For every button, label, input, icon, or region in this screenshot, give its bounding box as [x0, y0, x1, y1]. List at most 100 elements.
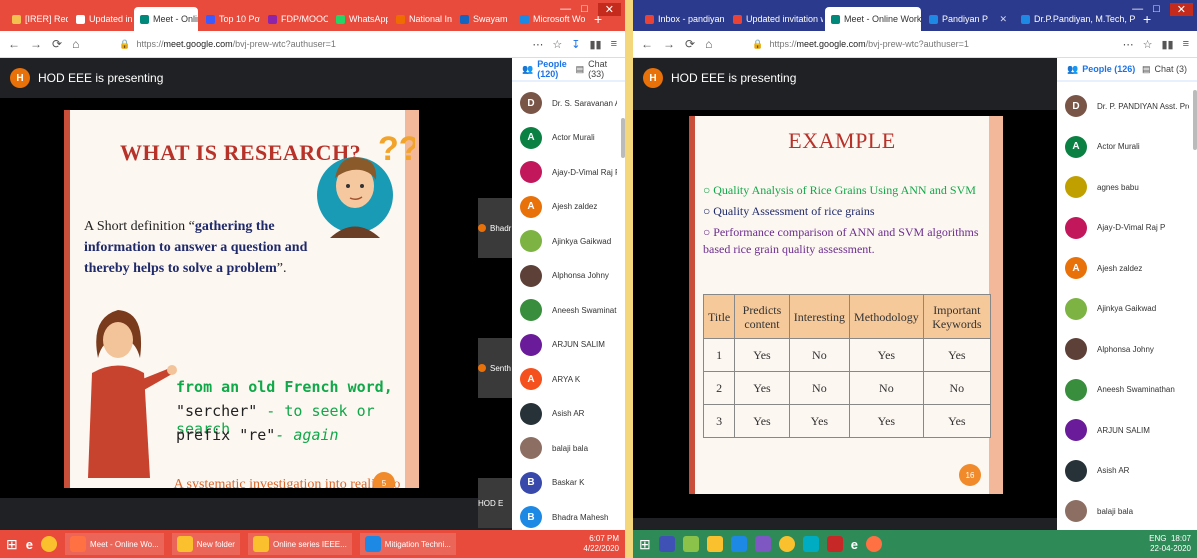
app-icon[interactable] — [802, 536, 819, 552]
ie-icon[interactable]: e — [26, 537, 33, 552]
browser-tab[interactable]: Pandiyan P ✕ — [923, 7, 1013, 31]
participant-name: Ajay-D-Vimal Raj P — [552, 167, 617, 177]
app-icon[interactable] — [658, 536, 675, 552]
participant-item[interactable]: Ajay-D-Vimal Raj P — [1065, 208, 1189, 249]
url-field[interactable]: 🔒 https://meet.google.com/bvj-prew-wtc?a… — [722, 39, 1112, 50]
more-icon[interactable]: ⋯ — [532, 38, 543, 51]
url-field[interactable]: 🔒 https://meet.google.com/bvj-prew-wtc?a… — [89, 39, 522, 50]
app-icon[interactable] — [754, 536, 771, 552]
participant-item[interactable]: A ARYA K — [520, 362, 617, 397]
bookmark-star-icon[interactable]: ☆ — [1143, 38, 1153, 51]
more-icon[interactable]: ⋯ — [1123, 38, 1134, 51]
tab-chat[interactable]: ▤ Chat (33) — [576, 59, 615, 79]
participant-item[interactable]: A Ajesh zaldez — [1065, 248, 1189, 289]
participant-thumbnail[interactable]: HOD E — [478, 478, 512, 528]
scrollbar[interactable] — [1193, 90, 1197, 150]
windows-start-icon[interactable]: ⊞ — [6, 536, 18, 553]
browser-tab[interactable]: National Instituti✕ — [390, 7, 452, 31]
browser-tab[interactable]: Top 10 Power✕ — [200, 7, 260, 31]
participant-item[interactable]: B Baskar K — [520, 466, 617, 501]
menu-icon[interactable]: ≡ — [1183, 38, 1189, 51]
browser-tab[interactable]: Meet - Online✕ — [134, 7, 198, 31]
browser-tab[interactable]: Inbox - pandiyan@gmail.com✕ — [639, 7, 725, 31]
participant-item[interactable]: ARJUN SALIM — [520, 328, 617, 363]
browser-tab[interactable]: Swayam✕ — [454, 7, 512, 31]
participant-item[interactable]: Ajay-D-Vimal Raj P — [520, 155, 617, 190]
reload-icon[interactable]: ⟳ — [52, 37, 62, 51]
participant-item[interactable]: balaji bala — [1065, 491, 1189, 532]
tab-title: Inbox - pandiyan@gmail.com — [658, 14, 725, 24]
browser-tab[interactable]: Updated invitatio✕ — [70, 7, 132, 31]
browser-tab[interactable]: WhatsApp✕ — [330, 7, 388, 31]
ie-icon[interactable]: e — [851, 537, 858, 552]
browser-tab[interactable]: Dr.P.Pandiyan, M.Tech, Ph.D.,✕ — [1015, 7, 1135, 31]
close-icon[interactable]: ✕ — [1169, 3, 1193, 16]
participant-item[interactable]: Asish AR — [520, 397, 617, 432]
participant-thumbnail[interactable]: Bhadr — [478, 198, 512, 258]
clock-time: 6:07 PM — [589, 534, 619, 543]
app-icon[interactable] — [730, 536, 747, 552]
chrome-icon[interactable] — [778, 536, 795, 552]
taskbar-app[interactable]: Meet - Online Wo... — [64, 533, 164, 555]
tab-people[interactable]: 👥 People (120) — [522, 59, 576, 79]
chrome-icon[interactable] — [40, 536, 57, 552]
tab-close-icon[interactable]: ✕ — [999, 14, 1007, 25]
maximize-icon[interactable]: □ — [1153, 3, 1160, 16]
participant-item[interactable]: Alphonsa Johny — [1065, 329, 1189, 370]
scrollbar[interactable] — [621, 118, 625, 158]
forward-icon[interactable]: → — [663, 37, 675, 51]
app-icon[interactable] — [682, 536, 699, 552]
firefox-icon[interactable] — [865, 536, 882, 552]
taskbar-app[interactable]: New folder — [171, 533, 240, 555]
thumbnail-name: Senth — [490, 363, 511, 373]
participant-item[interactable]: Alphonsa Johny — [520, 259, 617, 294]
browser-tab[interactable]: Updated invitation with note✕ — [727, 7, 823, 31]
system-clock[interactable]: 6:07 PM 4/22/2020 — [583, 534, 619, 554]
home-icon[interactable]: ⌂ — [705, 37, 712, 51]
back-icon[interactable]: ← — [8, 37, 20, 51]
maximize-icon[interactable]: □ — [581, 3, 588, 16]
app-icon[interactable] — [826, 536, 843, 552]
participant-thumbnail[interactable]: Senth — [478, 338, 512, 398]
participant-item[interactable]: A Actor Murali — [1065, 127, 1189, 168]
participant-avatar: B — [520, 471, 542, 494]
bookmark-star-icon[interactable]: ☆ — [552, 38, 562, 51]
download-icon[interactable]: ↧ — [571, 38, 580, 51]
participant-item[interactable]: Asish AR — [1065, 451, 1189, 492]
library-icon[interactable]: ▮▮ — [589, 38, 601, 51]
participant-item[interactable]: A Actor Murali — [520, 121, 617, 156]
system-clock[interactable]: ENG 18:07 22-04-2020 — [1149, 534, 1191, 554]
reload-icon[interactable]: ⟳ — [685, 37, 695, 51]
taskbar-app[interactable]: Online series IEEE... — [247, 533, 352, 555]
participant-item[interactable]: A Ajesh zaldez — [520, 190, 617, 225]
folder-icon[interactable] — [706, 536, 723, 552]
close-icon[interactable]: ✕ — [597, 3, 621, 16]
tab-people[interactable]: 👥 People (126) — [1067, 64, 1135, 75]
menu-icon[interactable]: ≡ — [611, 38, 617, 51]
taskbar-app[interactable]: Mitigation Techni... — [359, 533, 456, 555]
participant-item[interactable]: Aneesh Swaminathan — [1065, 370, 1189, 411]
participant-item[interactable]: D Dr. P. PANDIYAN Asst. Prof. EE... — [1065, 86, 1189, 127]
tab-title: Top 10 Power — [219, 14, 260, 24]
table-header-cell: Predicts content — [734, 294, 790, 339]
participant-item[interactable]: D Dr. S. Saravanan Asst Prof EEE... — [520, 86, 617, 121]
back-icon[interactable]: ← — [641, 37, 653, 51]
participant-item[interactable]: agnes babu — [1065, 167, 1189, 208]
participant-item[interactable]: ARJUN SALIM — [1065, 410, 1189, 451]
tab-chat[interactable]: ▤ Chat (3) — [1142, 64, 1187, 75]
browser-tab[interactable]: [IRER] Request t✕ — [6, 7, 68, 31]
participant-item[interactable]: Ajinkya Gaikwad — [1065, 289, 1189, 330]
participant-item[interactable]: balaji bala — [520, 431, 617, 466]
forward-icon[interactable]: → — [30, 37, 42, 51]
library-icon[interactable]: ▮▮ — [1161, 38, 1173, 51]
taskbar-app-label: Mitigation Techni... — [384, 539, 451, 549]
home-icon[interactable]: ⌂ — [72, 37, 79, 51]
windows-start-icon[interactable]: ⊞ — [639, 536, 651, 553]
participant-list: D Dr. S. Saravanan Asst Prof EEE... A Actor… — [512, 82, 625, 539]
browser-tab[interactable]: FDP/MOOC/IT Pr✕ — [262, 7, 328, 31]
minimize-icon[interactable]: — — [1132, 3, 1143, 16]
browser-tab[interactable]: Meet - Online Workshop o✕ — [825, 7, 921, 31]
participant-item[interactable]: Ajinkya Gaikwad — [520, 224, 617, 259]
minimize-icon[interactable]: — — [560, 3, 571, 16]
participant-item[interactable]: Aneesh Swaminathan — [520, 293, 617, 328]
